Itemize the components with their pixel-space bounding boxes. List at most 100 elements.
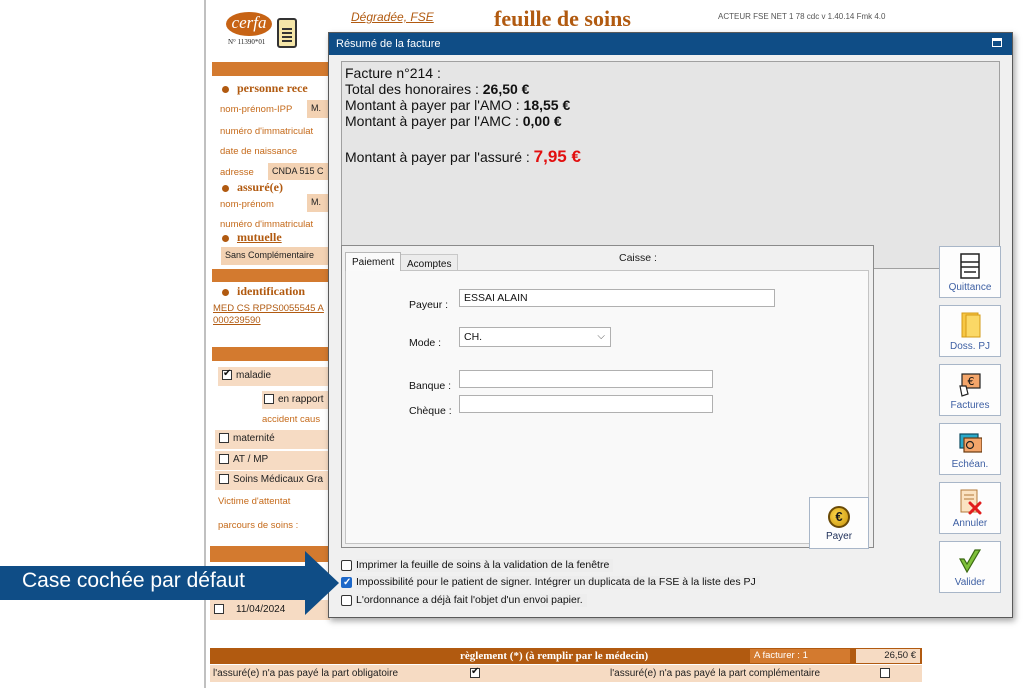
- duplicata-checkbox[interactable]: [341, 575, 352, 590]
- checkbox-maternite-row[interactable]: maternité: [215, 430, 329, 449]
- cheque-label: Chèque :: [409, 405, 452, 417]
- en-rapport-checkbox[interactable]: [264, 394, 274, 405]
- maladie-checkbox[interactable]: [222, 368, 232, 381]
- checkbox-at-mp-row[interactable]: AT / MP: [215, 451, 329, 470]
- bullet-icon: [222, 234, 229, 242]
- option-duplicata[interactable]: Impossibilité pour le patient de signer.…: [341, 574, 760, 591]
- cancel-document-icon: [958, 488, 982, 516]
- total-line: Total des honoraires : 26,50 €: [345, 81, 530, 97]
- invoice-summary-box: Facture n°214 : Total des honoraires : 2…: [341, 61, 1000, 269]
- tab-acomptes[interactable]: Acomptes: [400, 254, 459, 271]
- amo-line: Montant à payer par l'AMO : 18,55 €: [345, 97, 571, 113]
- value-mutuelle: Sans Complémentaire: [221, 247, 329, 265]
- total-value: 26,50 €: [482, 81, 530, 97]
- doss-pj-button[interactable]: Doss. PJ: [939, 305, 1001, 357]
- reglement-title: règlement (*) (à remplir par le médecin): [460, 650, 649, 662]
- med-link-1[interactable]: MED CS RPPS0055545 A: [213, 303, 324, 314]
- payer-button[interactable]: € Payer: [809, 497, 869, 549]
- at-mp-checkbox[interactable]: [219, 454, 229, 465]
- annuler-button[interactable]: Annuler: [939, 482, 1001, 534]
- invoice-hand-icon: €: [958, 370, 982, 398]
- quittance-button[interactable]: Quittance: [939, 246, 1001, 298]
- schedule-icon: [958, 429, 983, 457]
- form-title: feuille de soins: [494, 6, 631, 31]
- reglement-row: l'assuré(e) n'a pas payé la part obligat…: [210, 665, 922, 682]
- version-info: ACTEUR FSE NET 1 78 cdc v 1.40.14 Fmk 4.…: [718, 12, 886, 21]
- section-identification: identification: [222, 284, 305, 299]
- payeur-field[interactable]: ESSAI ALAIN: [459, 289, 775, 307]
- reglement-band: règlement (*) (à remplir par le médecin)…: [210, 648, 922, 664]
- assure-line: Montant à payer par l'assuré : 7,95 €: [345, 147, 581, 166]
- label-nom-prenom: nom-prénom: [220, 199, 274, 210]
- echeancier-button[interactable]: Echéan.: [939, 423, 1001, 475]
- ordonnance-papier-checkbox[interactable]: [341, 594, 352, 606]
- orange-band: [212, 269, 330, 282]
- checkmark-icon: [958, 547, 982, 575]
- invoice-number: Facture n°214 :: [345, 65, 441, 81]
- caisse-label: Caisse :: [619, 252, 657, 264]
- print-fse-checkbox[interactable]: [341, 559, 352, 571]
- checkbox-maladie-row[interactable]: maladie: [218, 367, 329, 386]
- cerfa-logo: cerfa: [226, 12, 272, 36]
- value-nom-prenom: M.: [307, 194, 329, 212]
- label-num-immatriculation: numéro d'immatriculat: [220, 126, 314, 137]
- section-assure: assuré(e): [222, 180, 283, 195]
- a-facturer-amount: 26,50 €: [856, 649, 920, 663]
- printer-icon: [958, 252, 982, 280]
- section-mutuelle[interactable]: mutuelle: [222, 230, 282, 245]
- dialog-titlebar[interactable]: Résumé de la facture: [329, 33, 1012, 55]
- value-nom-prenom-ipp: M.: [307, 100, 329, 118]
- chevron-down-icon: ⌵: [597, 331, 605, 342]
- mode-label: Mode :: [409, 337, 442, 349]
- tab-paiement[interactable]: Paiement: [345, 252, 402, 271]
- label-accident: accident caus: [262, 414, 321, 425]
- a-facturer: A facturer : 1: [750, 649, 850, 663]
- maximize-icon[interactable]: [992, 38, 1002, 47]
- callout-label: Case cochée par défaut: [0, 566, 305, 600]
- checkbox-soins-medicaux-row[interactable]: Soins Médicaux Gra: [215, 471, 329, 490]
- checkbox-en-rapport-row[interactable]: en rapport: [262, 391, 329, 409]
- degradee-fse-link[interactable]: Dégradée, FSE: [351, 10, 434, 24]
- folder-icon: [958, 311, 982, 339]
- callout-arrow: [305, 551, 339, 615]
- banque-field[interactable]: [459, 370, 713, 388]
- euro-coin-icon: €: [828, 506, 850, 528]
- date-row-checkbox[interactable]: [214, 604, 224, 615]
- paiement-tab-body: Payeur : ESSAI ALAIN Mode : CH. ⌵ Banque…: [345, 270, 869, 549]
- not-paid-complementary-checkbox[interactable]: [879, 668, 890, 679]
- amc-value: 0,00 €: [522, 113, 562, 129]
- orange-band: [212, 347, 330, 361]
- payeur-label: Payeur :: [409, 299, 449, 311]
- label-adresse: adresse: [220, 167, 254, 178]
- dialog-title: Résumé de la facture: [336, 38, 441, 50]
- bullet-icon: [222, 184, 229, 192]
- maternite-checkbox[interactable]: [219, 433, 229, 444]
- value-adresse: CNDA 515 C: [268, 163, 329, 180]
- label-nom-prenom-ipp: nom-prénom-IPP: [220, 104, 293, 115]
- not-paid-mandatory-checkbox[interactable]: [470, 666, 480, 679]
- option-print-fse[interactable]: Imprimer la feuille de soins à la valida…: [341, 557, 614, 574]
- mode-select[interactable]: CH. ⌵: [459, 327, 611, 347]
- bullet-icon: [222, 288, 229, 296]
- cheque-field[interactable]: [459, 395, 713, 413]
- invoice-summary-dialog: Résumé de la facture Facture n°214 : Tot…: [328, 32, 1013, 618]
- calculator-icon[interactable]: [277, 18, 297, 48]
- soins-medicaux-checkbox[interactable]: [219, 474, 229, 485]
- factures-button[interactable]: € Factures: [939, 364, 1001, 416]
- amc-line: Montant à payer par l'AMC : 0,00 €: [345, 113, 562, 129]
- not-paid-complementary-label: l'assuré(e) n'a pas payé la part complém…: [610, 668, 821, 679]
- label-parcours-soins: parcours de soins :: [218, 520, 299, 531]
- med-link-2[interactable]: 000239590: [213, 315, 261, 326]
- bullet-icon: [222, 85, 229, 93]
- not-paid-mandatory-label: l'assuré(e) n'a pas payé la part obligat…: [213, 668, 399, 679]
- valider-button[interactable]: Valider: [939, 541, 1001, 593]
- banque-label: Banque :: [409, 380, 452, 392]
- section-personne: personne rece: [222, 81, 308, 96]
- cerfa-number: N° 11390*01: [228, 38, 266, 46]
- assure-value: 7,95 €: [533, 147, 581, 166]
- orange-band: [212, 62, 330, 76]
- label-date-naissance: date de naissance: [220, 146, 298, 157]
- amo-value: 18,55 €: [523, 97, 571, 113]
- payment-panel: Paiement Acomptes Caisse : Payeur : ESSA…: [341, 245, 874, 549]
- option-ordonnance-papier[interactable]: L'ordonnance a déjà fait l'objet d'un en…: [341, 592, 587, 609]
